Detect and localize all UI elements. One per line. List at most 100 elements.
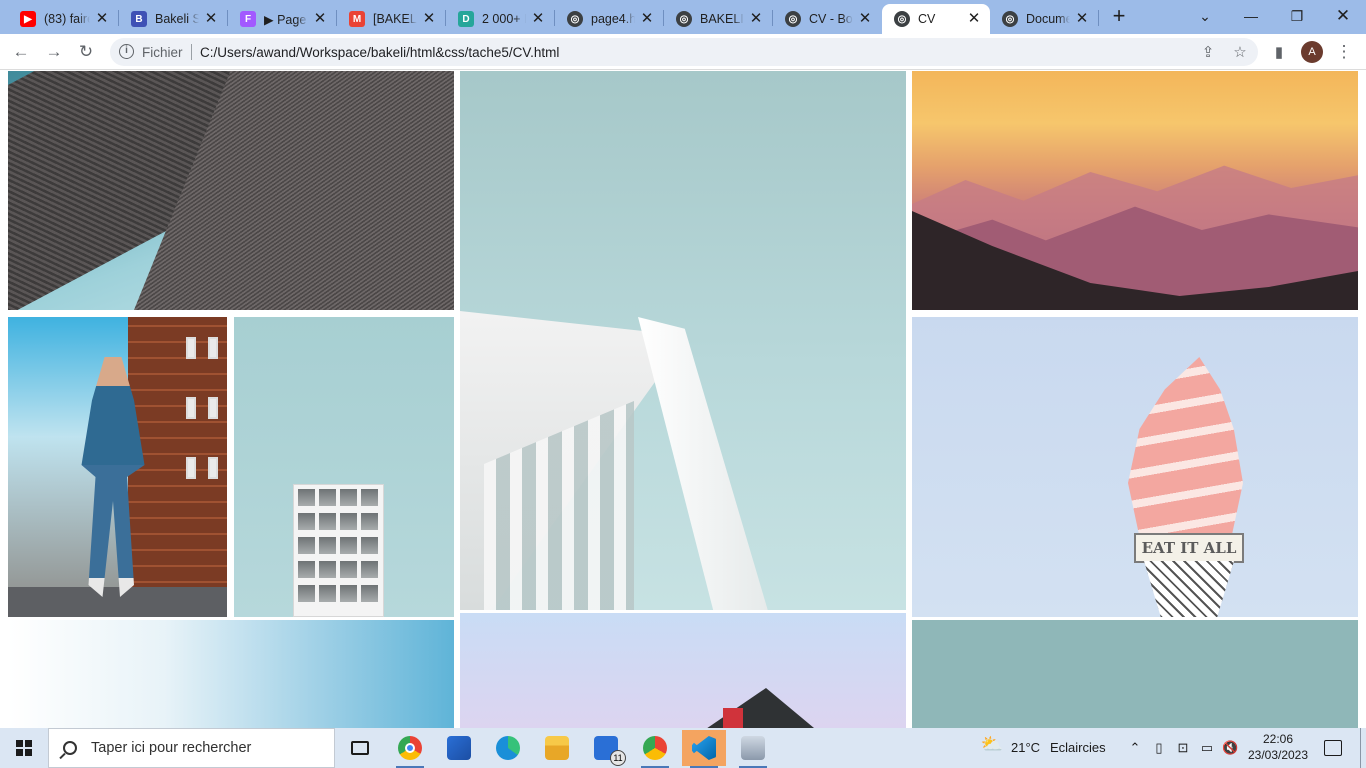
taskbar-clock[interactable]: 22:06 23/03/2023 bbox=[1246, 731, 1310, 763]
taskbar-file-explorer[interactable] bbox=[535, 730, 579, 766]
gallery-image-clouds-sky bbox=[8, 620, 454, 728]
close-tab-icon[interactable]: ✕ bbox=[639, 11, 655, 27]
info-icon[interactable]: i bbox=[119, 44, 134, 59]
address-bar[interactable]: i Fichier C:/Users/awand/Workspace/bakel… bbox=[110, 38, 1258, 66]
menu-kebab-icon[interactable]: ⋮ bbox=[1332, 40, 1356, 64]
tab-2000[interactable]: D 2 000+ N ✕ bbox=[446, 4, 554, 34]
taskbar-edge[interactable] bbox=[486, 730, 530, 766]
close-tab-icon[interactable]: ✕ bbox=[966, 11, 982, 27]
taskbar-search-box[interactable]: Taper ici pour rechercher bbox=[48, 728, 335, 768]
page-scrollbar[interactable] bbox=[1358, 71, 1366, 728]
weather-icon[interactable]: ⛅ bbox=[980, 735, 1004, 758]
start-button[interactable] bbox=[0, 728, 48, 768]
tab-title: ▶ Page bbox=[264, 12, 307, 27]
gallery-image-teal-sky bbox=[912, 620, 1358, 728]
new-tab-button[interactable]: + bbox=[1107, 5, 1131, 29]
close-tab-icon[interactable]: ✕ bbox=[530, 11, 546, 27]
forward-button[interactable]: → bbox=[42, 40, 66, 64]
tab-search-chevron-icon[interactable]: ⌄ bbox=[1182, 0, 1228, 32]
close-tab-icon[interactable]: ✕ bbox=[1074, 11, 1090, 27]
show-desktop-button[interactable] bbox=[1360, 728, 1366, 768]
doc-icon: D bbox=[458, 11, 474, 27]
taskbar-mail[interactable]: 11 bbox=[584, 730, 628, 766]
side-panel-icon[interactable]: ▮ bbox=[1267, 40, 1291, 64]
tab-page4[interactable]: ◎ page4.ht ✕ bbox=[555, 4, 663, 34]
close-tab-icon[interactable]: ✕ bbox=[203, 11, 219, 27]
gallery-image-ice-cream-sign: EAT IT ALL bbox=[912, 317, 1358, 617]
taskbar-photos[interactable] bbox=[731, 730, 775, 768]
battery-icon[interactable]: ▭ bbox=[1199, 740, 1215, 756]
globe-icon: ◎ bbox=[894, 11, 910, 27]
tab-gmail[interactable]: M [BAKELI] ✕ bbox=[337, 4, 445, 34]
profile-avatar[interactable]: A bbox=[1301, 41, 1323, 63]
tray-chevron-up-icon[interactable]: ⌃ bbox=[1127, 740, 1143, 756]
tab-title: CV - Bo bbox=[809, 12, 853, 26]
tab-title: 2 000+ N bbox=[482, 12, 526, 26]
windows-taskbar: Taper ici pour rechercher 11 ⛅ 21°C Ecla… bbox=[0, 728, 1366, 768]
globe-icon: ◎ bbox=[676, 11, 692, 27]
share-icon[interactable]: ⇪ bbox=[1198, 42, 1218, 62]
weather-temp[interactable]: 21°C bbox=[1011, 740, 1040, 755]
tab-title: CV bbox=[918, 12, 936, 26]
close-tab-icon[interactable]: ✕ bbox=[857, 11, 873, 27]
scheme-label: Fichier bbox=[142, 45, 183, 60]
tab-title: Docume bbox=[1026, 12, 1070, 26]
volume-muted-icon[interactable]: 🔇 bbox=[1222, 740, 1238, 756]
tab-bakeli[interactable]: ◎ BAKELI ✕ bbox=[664, 4, 772, 34]
url-text[interactable]: C:/Users/awand/Workspace/bakeli/html&css… bbox=[200, 45, 559, 60]
taskbar-chrome[interactable] bbox=[388, 730, 432, 768]
tray-network-icon[interactable]: ⊡ bbox=[1175, 740, 1191, 756]
tab-title: (83) faire bbox=[44, 12, 90, 26]
gallery-image-white-architecture bbox=[460, 71, 906, 610]
figma-icon: F bbox=[240, 11, 256, 27]
store-icon bbox=[447, 736, 471, 760]
weather-condition[interactable]: Eclaircies bbox=[1050, 740, 1106, 755]
clock-time: 22:06 bbox=[1262, 732, 1294, 746]
tab-separator bbox=[1098, 10, 1099, 26]
address-separator bbox=[191, 44, 192, 60]
minimize-button[interactable]: — bbox=[1228, 0, 1274, 32]
taskbar-chrome-profile[interactable] bbox=[633, 730, 677, 768]
gallery-image-red-building bbox=[460, 613, 906, 728]
close-window-button[interactable]: ✕ bbox=[1320, 0, 1366, 32]
close-tab-icon[interactable]: ✕ bbox=[312, 11, 328, 27]
youtube-icon: ▶ bbox=[20, 11, 36, 27]
mail-icon: 11 bbox=[594, 736, 626, 766]
reload-button[interactable]: ↻ bbox=[74, 40, 98, 64]
notifications-icon[interactable] bbox=[1324, 740, 1342, 756]
close-tab-icon[interactable]: ✕ bbox=[94, 11, 110, 27]
tab-cv-active[interactable]: ◎ CV ✕ bbox=[882, 4, 990, 34]
taskbar-vscode[interactable] bbox=[682, 730, 726, 768]
clock-date: 23/03/2023 bbox=[1247, 748, 1309, 762]
close-tab-icon[interactable]: ✕ bbox=[421, 11, 437, 27]
globe-icon: ◎ bbox=[785, 11, 801, 27]
folder-icon bbox=[545, 736, 569, 760]
tab-bakeli-si[interactable]: B Bakeli SI ✕ bbox=[119, 4, 227, 34]
windows-logo-icon bbox=[16, 740, 32, 756]
gallery-image-man-walking bbox=[8, 317, 227, 617]
back-button[interactable]: ← bbox=[9, 40, 33, 64]
tray-device-icon[interactable]: ▯ bbox=[1151, 740, 1167, 756]
restore-button[interactable]: ❐ bbox=[1274, 0, 1320, 32]
globe-icon: ◎ bbox=[1002, 11, 1018, 27]
close-tab-icon[interactable]: ✕ bbox=[748, 11, 764, 27]
taskbar-store[interactable] bbox=[437, 730, 481, 766]
tab-youtube[interactable]: ▶ (83) faire ✕ bbox=[8, 4, 118, 34]
chrome-profile-icon bbox=[643, 736, 667, 760]
browser-toolbar: ← → ↻ i Fichier C:/Users/awand/Workspace… bbox=[0, 34, 1366, 70]
bookmark-star-icon[interactable]: ☆ bbox=[1230, 42, 1250, 62]
gallery-image-sunset-mountains bbox=[912, 71, 1358, 310]
task-view-button[interactable] bbox=[338, 730, 382, 766]
gmail-icon: M bbox=[349, 11, 365, 27]
gallery-image-white-tower bbox=[234, 317, 454, 617]
photos-icon bbox=[741, 736, 765, 760]
vscode-icon bbox=[692, 736, 716, 760]
tab-document[interactable]: ◎ Docume ✕ bbox=[990, 4, 1098, 34]
search-icon bbox=[63, 741, 77, 755]
task-view-icon bbox=[351, 741, 369, 755]
tab-figma-page[interactable]: F ▶ Page ✕ bbox=[228, 4, 336, 34]
globe-icon: ◎ bbox=[567, 11, 583, 27]
bakeli-icon: B bbox=[131, 11, 147, 27]
tab-cv-bo[interactable]: ◎ CV - Bo ✕ bbox=[773, 4, 881, 34]
ice-cream-sign-text: EAT IT ALL bbox=[1134, 533, 1244, 563]
